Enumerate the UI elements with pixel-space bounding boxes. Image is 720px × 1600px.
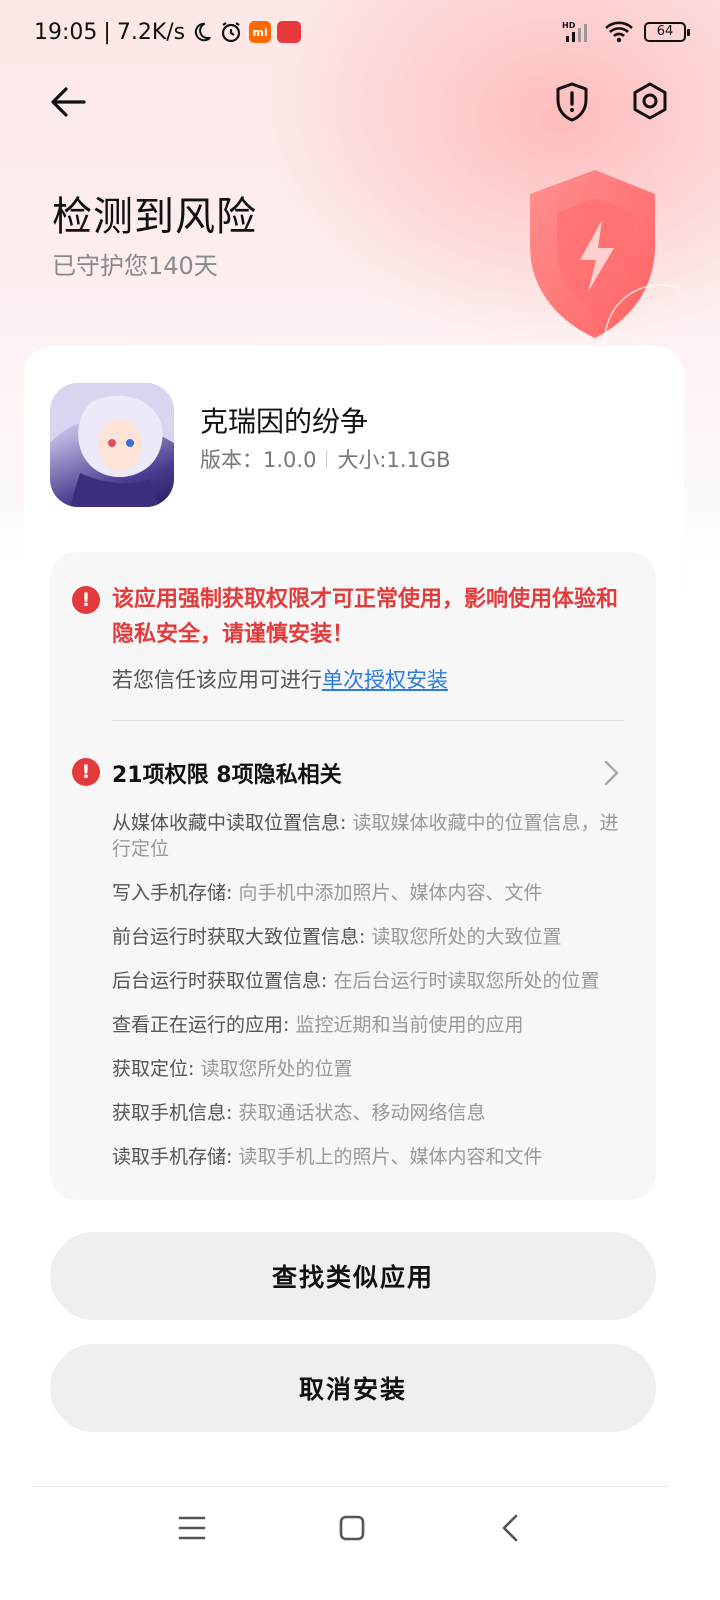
menu-button[interactable]: [172, 1508, 212, 1548]
nav-divider: [32, 1486, 668, 1487]
cancel-install-button[interactable]: 取消安装: [50, 1344, 656, 1432]
status-separator: |: [103, 19, 111, 45]
shield-alert-icon: [556, 82, 588, 122]
chevron-right-icon[interactable]: [598, 758, 624, 788]
home-button[interactable]: [332, 1508, 372, 1548]
app-version: 版本：1.0.0: [200, 448, 317, 472]
permissions-summary[interactable]: 21项权限 8项隐私相关: [112, 757, 342, 789]
battery-icon: 64: [644, 22, 690, 42]
svg-text:HD: HD: [562, 21, 576, 30]
permission-item: 获取定位: 读取您所处的位置: [112, 1058, 353, 1080]
section-divider: [112, 720, 624, 721]
alert-icon: !: [72, 586, 100, 614]
cellular-signal-icon: HD: [562, 20, 594, 44]
permission-item: 从媒体收藏中读取位置信息: 读取媒体收藏中的位置信息，进行定位: [112, 812, 619, 860]
meta-divider: [326, 450, 328, 468]
status-time: 19:05: [34, 19, 98, 45]
permissions-alert-icon: !: [72, 758, 100, 786]
permission-item: 后台运行时获取位置信息: 在后台运行时读取您所处的位置: [112, 970, 600, 992]
protection-days: 已守护您140天: [52, 252, 218, 280]
menu-icon: [178, 1516, 206, 1540]
home-icon: [339, 1515, 365, 1541]
moon-icon: [191, 21, 213, 43]
permission-list: 从媒体收藏中读取位置信息: 读取媒体收藏中的位置信息，进行定位 写入手机存储: …: [112, 810, 624, 1188]
permission-item: 查看正在运行的应用: 监控近期和当前使用的应用: [112, 1014, 524, 1036]
app-icon: [50, 383, 174, 507]
settings-button[interactable]: [626, 78, 674, 126]
alarm-icon: [219, 20, 243, 44]
notification-app-icon: [277, 21, 302, 43]
back-button[interactable]: [44, 78, 92, 126]
back-chevron-icon: [502, 1514, 518, 1542]
page-title: 检测到风险: [52, 194, 257, 240]
mi-app-icon: mi: [249, 21, 272, 43]
one-time-authorize-install-link[interactable]: 单次授权安装: [322, 668, 448, 692]
permission-item: 读取手机存储: 读取手机上的照片、媒体内容和文件: [112, 1146, 543, 1168]
permission-item: 写入手机存储: 向手机中添加照片、媒体内容、文件: [112, 882, 543, 904]
app-meta: 版本：1.0.0 大小:1.1GB: [200, 444, 451, 474]
security-report-button[interactable]: [548, 78, 596, 126]
risk-shield-illustration: [500, 160, 716, 396]
permission-item: 前台运行时获取大致位置信息: 读取您所处的大致位置: [112, 926, 562, 948]
app-name: 克瑞因的纷争: [200, 405, 369, 438]
risk-warning-message: 该应用强制获取权限才可正常使用，影响使用体验和隐私安全，请谨慎安装！: [112, 587, 619, 647]
back-arrow-icon: [51, 87, 86, 117]
nav-back-button[interactable]: [492, 1508, 532, 1548]
find-similar-apps-button[interactable]: 查找类似应用: [50, 1232, 656, 1320]
network-speed: 7.2K/s: [116, 19, 186, 45]
gear-icon: [633, 82, 667, 120]
trust-install-line: 若您信任该应用可进行单次授权安装: [112, 664, 448, 694]
wifi-icon: [604, 20, 634, 44]
trust-prefix: 若您信任该应用可进行: [112, 668, 322, 692]
permission-item: 获取手机信息: 获取通话状态、移动网络信息: [112, 1102, 486, 1124]
status-bar: 19:05 | 7.2K/s mi HD 64: [0, 0, 720, 64]
app-size: 大小:1.1GB: [337, 448, 451, 472]
